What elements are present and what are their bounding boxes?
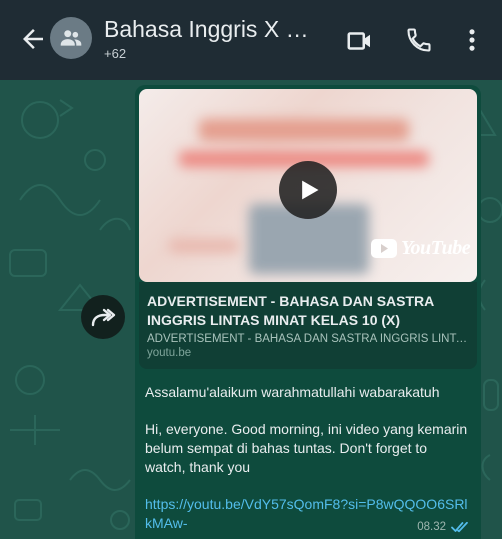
kebab-menu-icon[interactable] [462,26,482,54]
message-time: 08.32 [417,521,446,533]
group-name: Bahasa Inggris X OT... [104,16,324,42]
chat-title-area[interactable]: Bahasa Inggris X OT... +62 [104,16,324,61]
group-subtitle: +62 [104,46,127,61]
message-meta: 08.32 [417,521,471,533]
group-avatar-icon[interactable] [50,17,92,59]
link-domain: youtu.be [147,347,192,359]
forward-button[interactable] [81,295,125,339]
phone-icon[interactable] [405,26,433,54]
link-preview-card[interactable]: ADVERTISEMENT - BAHASA DAN SASTRA INGGRI… [139,282,477,369]
arrow-left-icon[interactable] [18,24,48,54]
forward-arrow-icon [91,308,116,327]
play-button[interactable] [279,161,337,219]
video-thumbnail[interactable]: YouTube [139,89,477,282]
blurred-thumbnail-text [169,239,239,253]
link-title: ADVERTISEMENT - BAHASA DAN SASTRA INGGRI… [147,293,434,328]
chat-header: Bahasa Inggris X OT... +62 [0,0,502,80]
youtube-play-logo-icon [371,239,397,258]
youtube-logo: YouTube [371,237,471,260]
blurred-thumbnail-text [199,119,409,141]
message-greeting: Assalamu'alaikum warahmatullahi wabaraka… [145,384,440,400]
message-text: Assalamu'alaikum warahmatullahi wabaraka… [139,369,477,477]
message-bubble[interactable]: YouTube ADVERTISEMENT - BAHASA DAN SASTR… [135,85,481,539]
link-description: ADVERTISEMENT - BAHASA DAN SASTRA INGGRI… [147,333,469,345]
message-body: Hi, everyone. Good morning, ini video ya… [145,421,468,475]
youtube-logo-text: YouTube [401,237,471,259]
double-check-icon [451,521,468,533]
video-camera-icon[interactable] [345,26,375,56]
play-icon [302,180,319,200]
chat-area[interactable]: YouTube ADVERTISEMENT - BAHASA DAN SASTR… [0,80,502,539]
